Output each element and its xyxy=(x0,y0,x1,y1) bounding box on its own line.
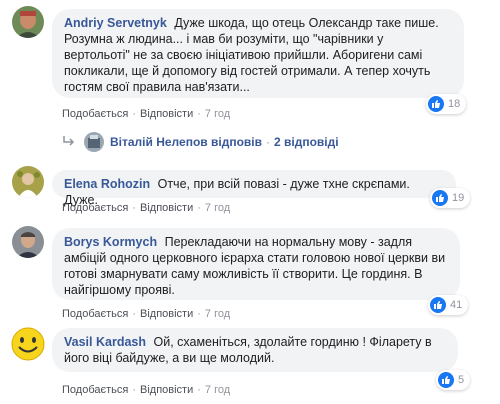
comment-author[interactable]: Vasil Kardash xyxy=(64,335,146,349)
like-link[interactable]: Подобається xyxy=(62,308,128,320)
comment-author[interactable]: Andriy Servetnyk xyxy=(64,16,167,30)
comment-actions: Подобається · Відповісти · 7 год xyxy=(62,308,231,320)
reply-link[interactable]: Відповісти xyxy=(140,108,193,120)
comment-time[interactable]: 7 год xyxy=(205,384,230,396)
like-reaction-icon xyxy=(438,372,454,388)
comment-actions: Подобається · Відповісти · 7 год xyxy=(62,202,231,214)
comment-bubble: Andriy Servetnyk Дуже шкода, що отець Ол… xyxy=(52,9,464,98)
reply-link[interactable]: Відповісти xyxy=(140,384,193,396)
reply-link[interactable]: Відповісти xyxy=(140,202,193,214)
reaction-number: 19 xyxy=(452,192,465,204)
avatar-elena[interactable] xyxy=(12,166,44,198)
replier-avatar xyxy=(84,132,104,152)
comment-time[interactable]: 7 год xyxy=(205,202,230,214)
comment-actions: Подобається · Відповісти · 7 год xyxy=(62,384,231,396)
comment-actions: Подобається · Відповісти · 7 год xyxy=(62,108,231,120)
reaction-count[interactable]: 41 xyxy=(428,295,469,315)
like-reaction-icon xyxy=(428,96,444,112)
comment-author[interactable]: Elena Rohozin xyxy=(64,177,150,191)
comment-bubble: Borys Kormych Перекладаючи на нормальну … xyxy=(52,228,460,300)
like-link[interactable]: Подобається xyxy=(62,384,128,396)
replier-name[interactable]: Віталій Нелепов відповів xyxy=(110,135,262,149)
reaction-number: 18 xyxy=(448,98,461,110)
replies-count[interactable]: 2 відповіді xyxy=(274,135,339,149)
reaction-count[interactable]: 19 xyxy=(430,188,471,208)
reaction-count[interactable]: 5 xyxy=(436,370,471,390)
like-reaction-icon xyxy=(432,190,448,206)
like-link[interactable]: Подобається xyxy=(62,108,128,120)
reply-link[interactable]: Відповісти xyxy=(140,308,193,320)
comment-author[interactable]: Borys Kormych xyxy=(64,235,157,249)
reaction-count[interactable]: 18 xyxy=(426,94,467,114)
view-replies[interactable]: Віталій Нелепов відповів · 2 відповіді xyxy=(62,132,339,152)
comment-time[interactable]: 7 год xyxy=(205,308,230,320)
avatar-vasil[interactable] xyxy=(10,326,46,362)
comment-bubble: Elena Rohozin Отче, при всій повазі - ду… xyxy=(52,170,456,207)
reaction-number: 5 xyxy=(458,374,465,386)
comment-bubble: Vasil Kardash Ой, схаменіться, здолайте … xyxy=(52,328,458,372)
reply-arrow-icon xyxy=(62,135,76,150)
reaction-number: 41 xyxy=(450,299,463,311)
avatar-andriy[interactable] xyxy=(12,6,44,38)
comment-time[interactable]: 7 год xyxy=(205,108,230,120)
like-reaction-icon xyxy=(430,297,446,313)
avatar-borys[interactable] xyxy=(12,226,44,258)
like-link[interactable]: Подобається xyxy=(62,202,128,214)
